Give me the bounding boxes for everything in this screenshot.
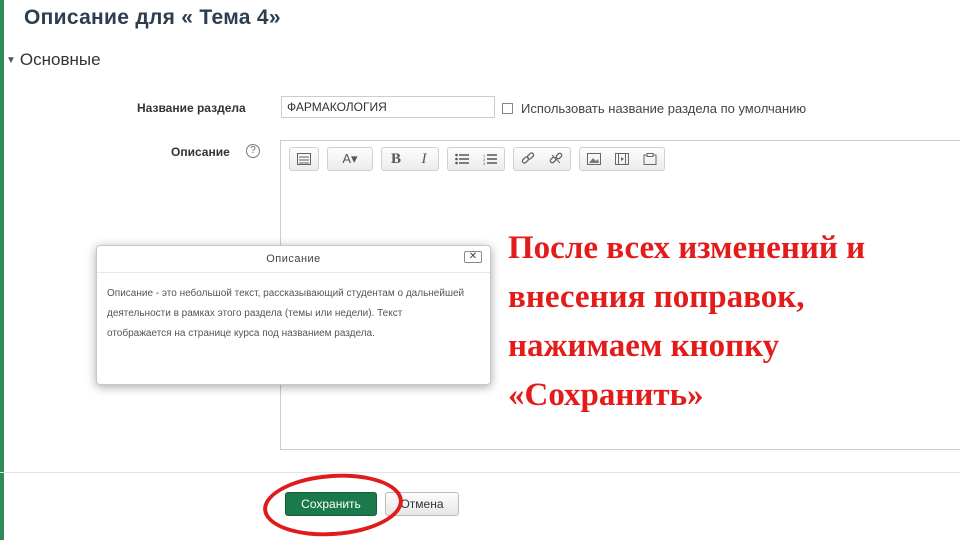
unlink-icon[interactable] bbox=[542, 148, 570, 170]
collapse-caret-icon[interactable]: ▼ bbox=[6, 55, 16, 66]
editor-toolbar: A▾ B I 123 bbox=[289, 147, 665, 171]
section-header-general[interactable]: ▼ Основные bbox=[6, 50, 101, 70]
help-dialog-text: Описание - это небольшой текст, рассказы… bbox=[107, 288, 465, 339]
manage-files-icon[interactable] bbox=[636, 148, 664, 170]
page-title: Описание для « Тема 4» bbox=[24, 6, 281, 29]
toolbar-group-media bbox=[579, 147, 665, 171]
help-dialog: Описание ✕ Описание - это небольшой текс… bbox=[96, 245, 491, 385]
section-name-label: Название раздела bbox=[137, 101, 246, 115]
help-dialog-title: Описание bbox=[266, 253, 321, 265]
form-divider bbox=[0, 472, 960, 473]
numbered-list-icon[interactable]: 123 bbox=[476, 148, 504, 170]
page-accent-bar bbox=[0, 0, 4, 540]
section-header-label: Основные bbox=[19, 50, 101, 69]
toolbar-group-toggle bbox=[289, 147, 319, 171]
bold-icon[interactable]: B bbox=[382, 148, 410, 170]
help-icon[interactable]: ? bbox=[246, 144, 260, 158]
section-name-input[interactable] bbox=[281, 96, 495, 118]
use-default-name-label: Использовать название раздела по умолчан… bbox=[521, 101, 807, 116]
instruction-annotation: После всех изменений и внесения поправок… bbox=[508, 230, 866, 413]
svg-text:3: 3 bbox=[483, 161, 486, 165]
description-label: Описание bbox=[171, 145, 230, 159]
close-icon[interactable]: ✕ bbox=[464, 251, 482, 263]
media-icon[interactable] bbox=[608, 148, 636, 170]
toolbar-group-format: B I bbox=[381, 147, 439, 171]
save-highlight-ellipse bbox=[261, 469, 405, 541]
toggle-toolbar-icon[interactable] bbox=[290, 148, 318, 170]
toolbar-group-font: A▾ bbox=[327, 147, 373, 171]
link-icon[interactable] bbox=[514, 148, 542, 170]
image-icon[interactable] bbox=[580, 148, 608, 170]
font-style-icon[interactable]: A▾ bbox=[328, 148, 372, 170]
bullet-list-icon[interactable] bbox=[448, 148, 476, 170]
use-default-name-checkbox[interactable] bbox=[502, 103, 513, 114]
toolbar-group-links bbox=[513, 147, 571, 171]
toolbar-group-lists: 123 bbox=[447, 147, 505, 171]
help-dialog-divider bbox=[97, 272, 490, 273]
italic-icon[interactable]: I bbox=[410, 148, 438, 170]
